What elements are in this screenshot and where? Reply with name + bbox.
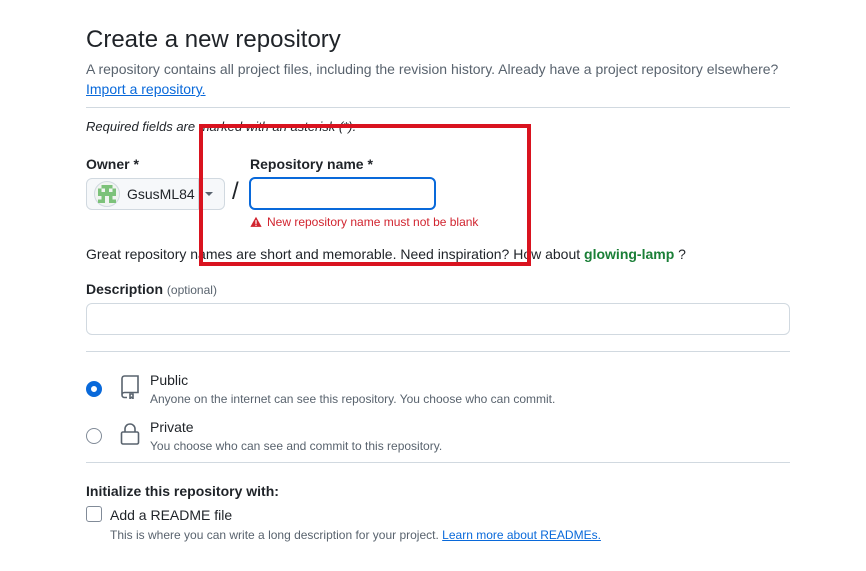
page-title: Create a new repository xyxy=(86,26,341,53)
public-description: Anyone on the internet can see this repo… xyxy=(150,392,556,406)
chevron-down-icon xyxy=(205,192,213,196)
owner-label: Owner * xyxy=(86,156,139,172)
header-divider xyxy=(86,107,790,108)
initialize-divider xyxy=(86,462,790,463)
identicon-avatar-icon xyxy=(98,185,116,203)
import-repository-link[interactable]: Import a repository. xyxy=(86,81,206,97)
public-title: Public xyxy=(150,372,189,388)
public-radio[interactable] xyxy=(86,381,102,397)
owner-name: GsusML84 xyxy=(127,186,195,202)
private-radio[interactable] xyxy=(86,428,102,444)
repository-name-label: Repository name * xyxy=(250,156,373,172)
suggested-name[interactable]: glowing-lamp xyxy=(584,246,674,262)
readme-description: This is where you can write a long descr… xyxy=(110,528,601,542)
readme-description-text: This is where you can write a long descr… xyxy=(110,528,439,542)
suggestion-prefix: Great repository names are short and mem… xyxy=(86,246,581,262)
alert-icon xyxy=(250,216,262,227)
learn-more-readmes-link[interactable]: Learn more about READMEs. xyxy=(442,528,601,542)
owner-dropdown-divider xyxy=(198,179,199,209)
name-suggestion: Great repository names are short and mem… xyxy=(86,246,686,262)
owner-dropdown[interactable]: GsusML84 xyxy=(86,178,225,210)
repo-icon xyxy=(119,375,141,404)
description-label: Description (optional) xyxy=(86,281,217,297)
optional-hint: (optional) xyxy=(166,283,217,297)
required-fields-note: Required fields are marked with an aster… xyxy=(86,119,357,134)
error-text: New repository name must not be blank xyxy=(267,215,479,229)
readme-title: Add a README file xyxy=(110,507,233,523)
initialize-label: Initialize this repository with: xyxy=(86,483,279,499)
repository-name-error: New repository name must not be blank xyxy=(250,215,478,229)
description-label-text: Description xyxy=(86,281,164,297)
avatar xyxy=(94,181,120,207)
page-subtitle: A repository contains all project files,… xyxy=(86,61,779,77)
repository-name-input[interactable] xyxy=(249,177,436,210)
private-description: You choose who can see and commit to thi… xyxy=(150,439,443,453)
private-title: Private xyxy=(150,419,194,435)
suggestion-suffix: ? xyxy=(678,246,686,262)
readme-checkbox[interactable] xyxy=(86,506,102,522)
owner-repo-separator: / xyxy=(232,178,239,205)
visibility-divider xyxy=(86,351,790,352)
description-input[interactable] xyxy=(86,303,790,335)
lock-icon xyxy=(119,422,141,451)
